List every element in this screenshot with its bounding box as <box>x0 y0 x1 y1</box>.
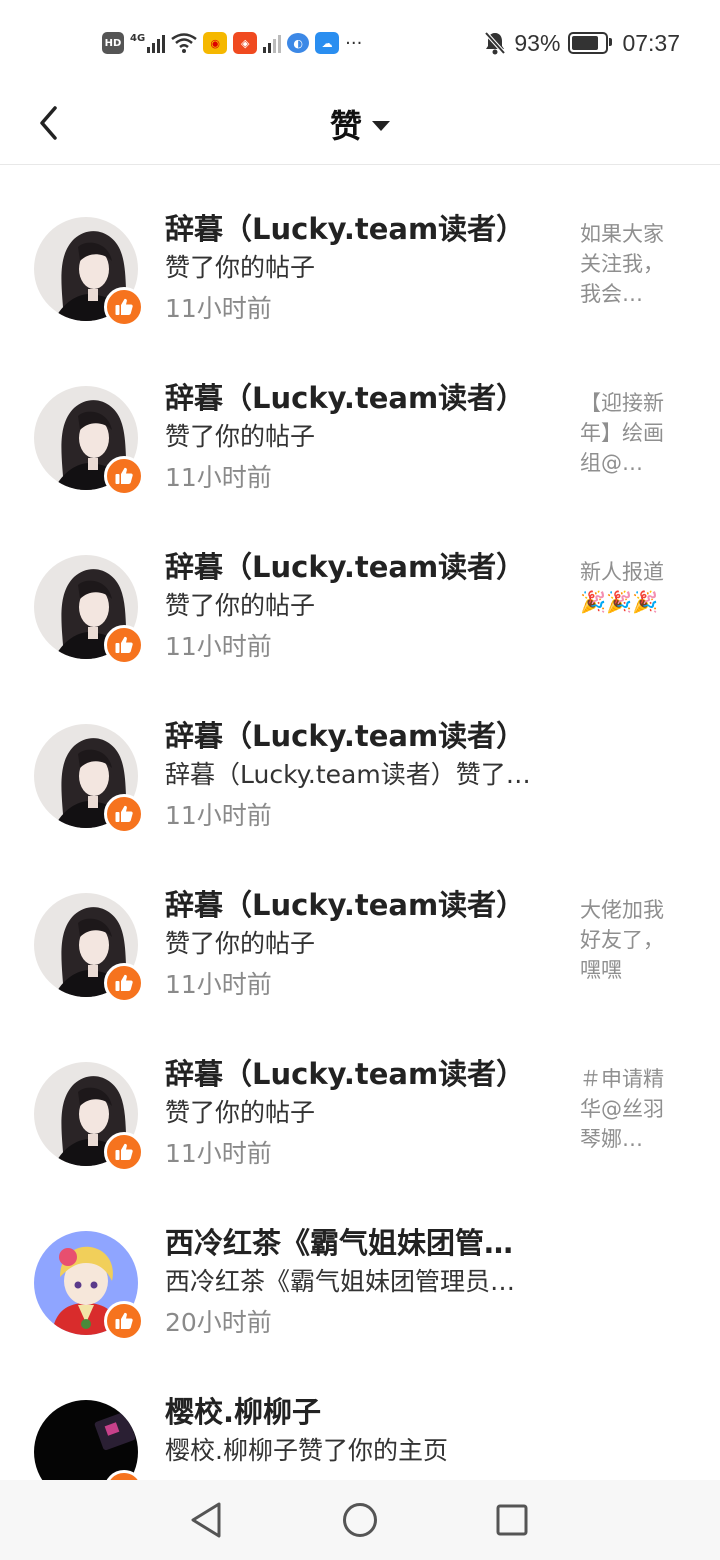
thumbs-up-icon <box>115 467 133 484</box>
list-item[interactable]: 辞暮（Lucky.team读者） 赞了你的帖子 11小时前 【迎接新年】绘画组@… <box>0 334 720 503</box>
thumbs-up-icon <box>115 1312 133 1329</box>
user-name[interactable]: 辞暮（Lucky.team读者） <box>165 209 560 249</box>
title-dropdown[interactable]: 赞 <box>0 84 720 164</box>
action-text: 赞了你的帖子 <box>165 253 316 282</box>
thumbs-up-icon <box>115 636 133 653</box>
signal-4g-icon: 4G <box>130 33 166 53</box>
user-name[interactable]: 辞暮（Lucky.team读者） <box>165 716 560 756</box>
user-name[interactable]: 辞暮（Lucky.team读者） <box>165 885 560 925</box>
back-button[interactable] <box>28 98 68 148</box>
item-texts: 辞暮（Lucky.team读者） 辞暮（Lucky.team读者）赞了… 11小时前 <box>165 716 560 836</box>
timestamp: 11小时前 <box>165 463 272 492</box>
list-item[interactable]: 辞暮（Lucky.team读者） 辞暮（Lucky.team读者）赞了… 11小时前 <box>0 672 720 841</box>
like-badge <box>104 456 144 496</box>
thumbs-up-icon <box>115 1143 133 1160</box>
item-texts: 辞暮（Lucky.team读者） 赞了你的帖子 11小时前 <box>165 209 560 329</box>
user-name[interactable]: 辞暮（Lucky.team读者） <box>165 1054 560 1094</box>
battery-percent: 93% <box>514 29 561 56</box>
app-header: 赞 <box>0 84 720 165</box>
thumbs-up-icon <box>115 974 133 991</box>
browser-icon: ◐ <box>287 33 310 53</box>
hd-icon: HD <box>102 32 124 54</box>
post-snippet[interactable]: ＃申请精华@丝羽琴娜… <box>580 1064 680 1154</box>
like-badge <box>104 1132 144 1172</box>
like-badge <box>104 963 144 1003</box>
post-snippet[interactable]: 新人报道🎉🎉🎉 <box>580 557 680 617</box>
mute-bell-icon <box>484 31 506 55</box>
thumbs-up-icon <box>115 298 133 315</box>
clock: 07:37 <box>622 29 680 56</box>
post-snippet[interactable]: 大佬加我好友了，嘿嘿 <box>580 895 680 985</box>
action-text: 赞了你的帖子 <box>165 422 316 451</box>
item-texts: 辞暮（Lucky.team读者） 赞了你的帖子 11小时前 <box>165 547 560 667</box>
nav-back-button[interactable] <box>184 1498 228 1542</box>
app-icon: ◈ <box>233 32 258 54</box>
like-badge <box>104 794 144 834</box>
thumbs-up-icon <box>115 805 133 822</box>
timestamp: 11小时前 <box>165 1139 272 1168</box>
battery-icon <box>568 32 613 54</box>
item-texts: 辞暮（Lucky.team读者） 赞了你的帖子 11小时前 <box>165 378 560 498</box>
list-item[interactable]: 辞暮（Lucky.team读者） 赞了你的帖子 11小时前 ＃申请精华@丝羽琴娜… <box>0 1010 720 1179</box>
like-badge <box>104 1301 144 1341</box>
timestamp: 11小时前 <box>165 801 272 830</box>
more-dots: ··· <box>345 32 363 54</box>
user-name[interactable]: 辞暮（Lucky.team读者） <box>165 378 560 418</box>
network-label: 4G <box>130 33 146 44</box>
signal-2-icon <box>263 33 282 53</box>
system-nav-bar <box>0 1480 720 1560</box>
wifi-icon <box>171 33 197 53</box>
notification-list: 辞暮（Lucky.team读者） 赞了你的帖子 11小时前 如果大家关注我，我会… 辞暮… <box>0 165 720 1517</box>
action-text: 樱校.柳柳子赞了你的主页 <box>165 1436 448 1465</box>
square-recents-icon <box>496 1504 528 1536</box>
weather-icon: ☁ <box>315 32 340 54</box>
chevron-left-icon <box>40 106 57 140</box>
action-text: 赞了你的帖子 <box>165 929 316 958</box>
item-texts: 樱校.柳柳子樱校.柳柳子赞了你的主页 <box>165 1392 560 1470</box>
timestamp: 11小时前 <box>165 970 272 999</box>
list-item[interactable]: 西冷红茶《霸气姐妹团管… 西冷红茶《霸气姐妹团管理员… 20小时前 <box>0 1179 720 1348</box>
nav-home-button[interactable] <box>338 1498 382 1542</box>
post-snippet[interactable]: 【迎接新年】绘画组@… <box>580 388 680 478</box>
timestamp: 20小时前 <box>165 1308 272 1337</box>
item-texts: 辞暮（Lucky.team读者） 赞了你的帖子 11小时前 <box>165 885 560 1005</box>
timestamp: 11小时前 <box>165 632 272 661</box>
nav-recents-button[interactable] <box>490 1498 534 1542</box>
caret-down-icon[interactable] <box>372 121 390 131</box>
like-badge <box>104 625 144 665</box>
post-snippet[interactable]: 如果大家关注我，我会… <box>580 219 680 309</box>
circle-home-icon <box>343 1503 377 1537</box>
item-texts: 西冷红茶《霸气姐妹团管… 西冷红茶《霸气姐妹团管理员… 20小时前 <box>165 1223 560 1343</box>
user-name[interactable]: 西冷红茶《霸气姐妹团管… <box>165 1223 560 1263</box>
timestamp: 11小时前 <box>165 294 272 323</box>
list-item[interactable]: 辞暮（Lucky.team读者） 赞了你的帖子 11小时前 新人报道🎉🎉🎉 <box>0 503 720 672</box>
action-text: 西冷红茶《霸气姐妹团管理员… <box>165 1267 516 1296</box>
action-text: 赞了你的帖子 <box>165 591 316 620</box>
like-badge <box>104 287 144 327</box>
status-left-icons: HD 4G ◉ ◈ ◐ ☁ ··· <box>102 28 362 58</box>
action-text: 辞暮（Lucky.team读者）赞了… <box>165 760 531 789</box>
page-title[interactable]: 赞 <box>330 101 362 147</box>
list-item[interactable]: 辞暮（Lucky.team读者） 赞了你的帖子 11小时前 如果大家关注我，我会… <box>0 165 720 334</box>
item-texts: 辞暮（Lucky.team读者） 赞了你的帖子 11小时前 <box>165 1054 560 1174</box>
list-item[interactable]: 辞暮（Lucky.team读者） 赞了你的帖子 11小时前 大佬加我好友了，嘿嘿 <box>0 841 720 1010</box>
user-name[interactable]: 辞暮（Lucky.team读者） <box>165 547 560 587</box>
action-text: 赞了你的帖子 <box>165 1098 316 1127</box>
status-right: 93% 07:37 <box>484 26 680 60</box>
weibo-icon: ◉ <box>203 32 228 54</box>
status-bar: HD 4G ◉ ◈ ◐ ☁ ··· 93% 07:37 <box>0 0 720 84</box>
triangle-back-icon <box>191 1502 221 1538</box>
user-name[interactable]: 樱校.柳柳子 <box>165 1392 560 1432</box>
